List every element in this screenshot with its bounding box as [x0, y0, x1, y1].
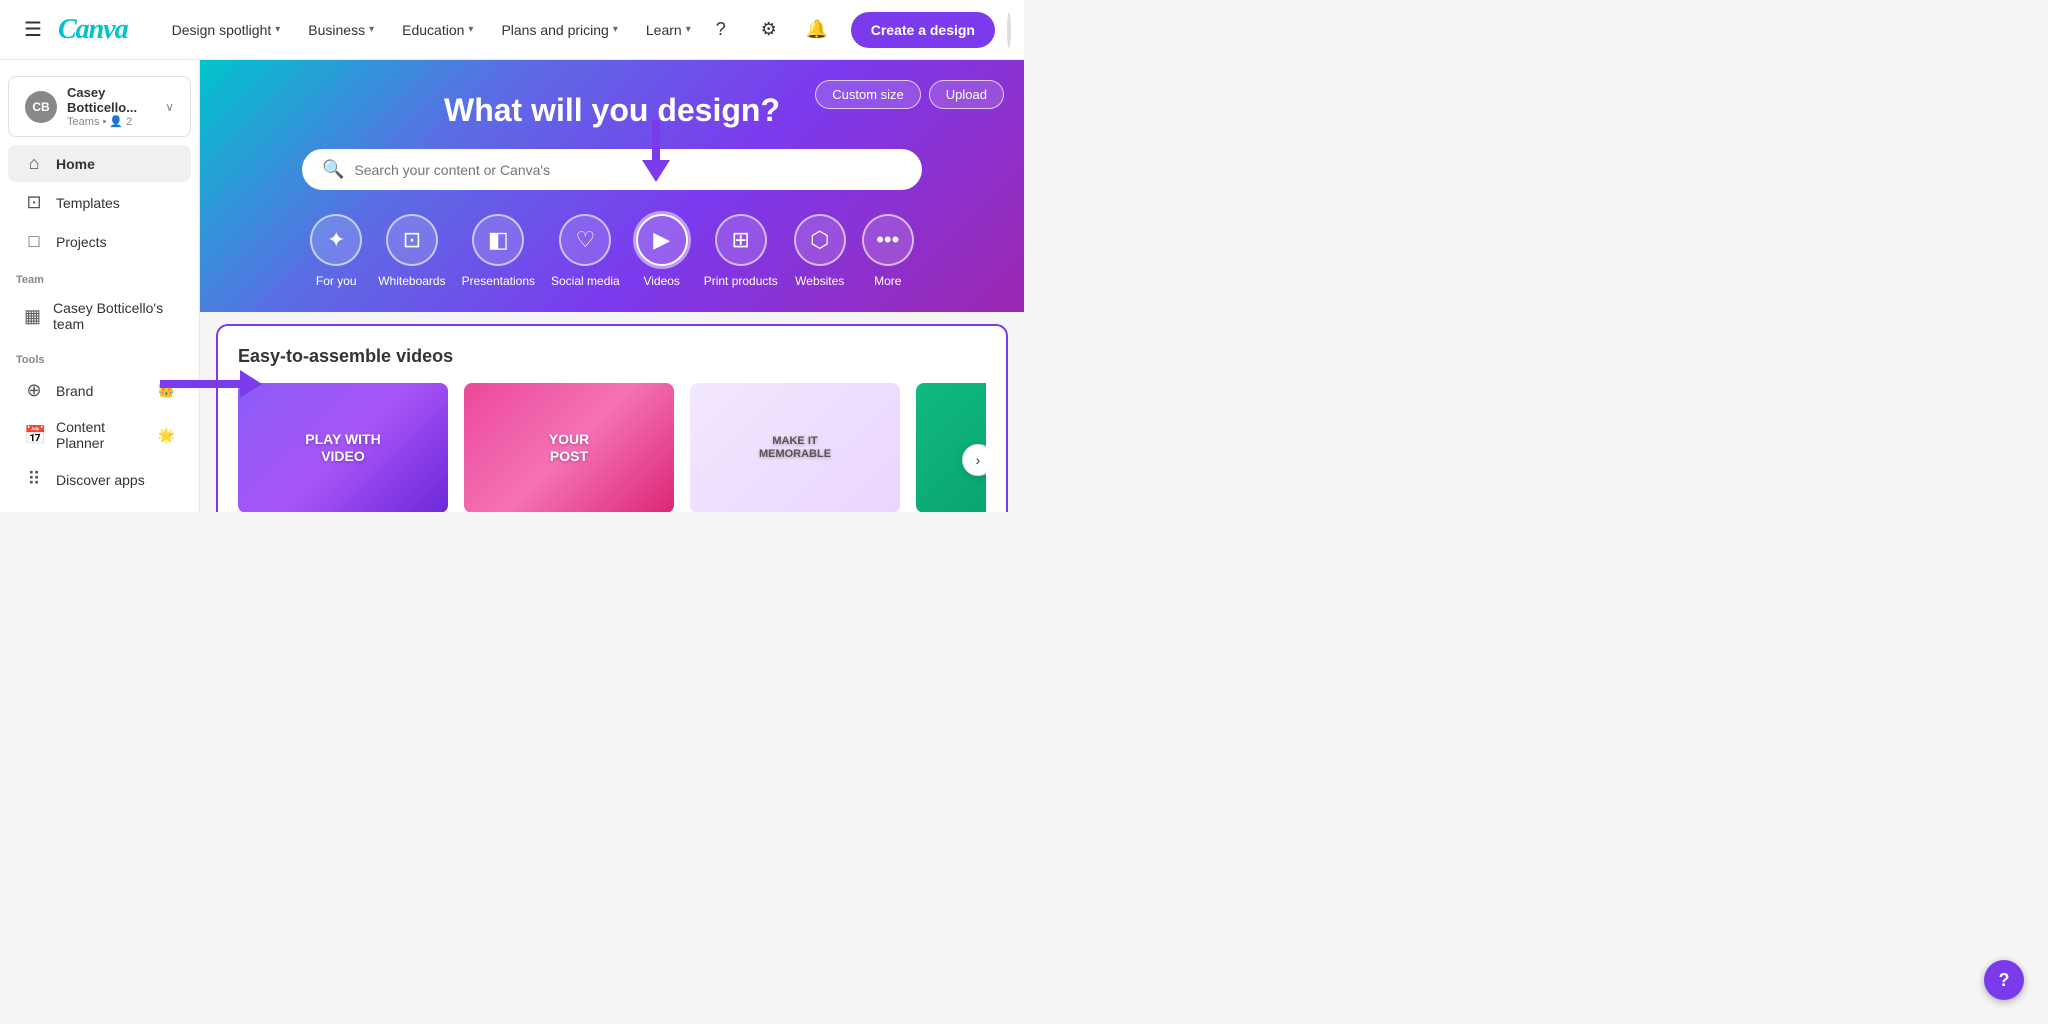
user-chevron-icon: ∨ [165, 100, 174, 114]
videos-section-title: Easy-to-assemble videos [238, 346, 986, 367]
category-print-products[interactable]: ⊞ Print products [704, 214, 778, 288]
chevron-icon: ▾ [686, 24, 691, 35]
thumb-text-3: MAKE ITMEMORABLE [759, 435, 831, 461]
user-name: Casey Botticello... [67, 85, 165, 115]
tools-section-label: Tools [0, 342, 199, 370]
content-planner-badge: 🌟 [158, 427, 175, 444]
user-avatar: CB [25, 91, 57, 123]
chevron-icon: ▾ [613, 24, 618, 35]
category-videos[interactable]: ▶ Videos [636, 214, 688, 288]
video-cards-list: PLAY WITHVIDEO Video YOURPOST Facebook V… [238, 383, 986, 512]
chevron-icon: ▾ [369, 24, 374, 35]
category-websites[interactable]: ⬡ Websites [794, 214, 846, 288]
nav-links: Design spotlight ▾ Business ▾ Education … [160, 16, 703, 44]
user-team: Teams • 👤 2 [67, 115, 165, 128]
nav-business[interactable]: Business ▾ [296, 16, 386, 44]
upload-button[interactable]: Upload [929, 80, 1004, 109]
nav-education[interactable]: Education ▾ [390, 16, 485, 44]
chevron-icon: ▾ [468, 24, 473, 35]
category-presentations[interactable]: ◧ Presentations [462, 214, 535, 288]
sidebar-item-team[interactable]: ▦ Casey Botticello's team [8, 292, 191, 340]
content-planner-icon: 📅 [24, 425, 44, 446]
main-content: Custom size Upload What will you design?… [200, 60, 1024, 512]
category-whiteboards[interactable]: ⊡ Whiteboards [378, 214, 445, 288]
user-details: Casey Botticello... Teams • 👤 2 [67, 85, 165, 128]
thumb-text-2: YOURPOST [549, 431, 589, 465]
carousel-next-button[interactable]: › [962, 444, 986, 476]
nav-learn[interactable]: Learn ▾ [634, 16, 703, 44]
social-media-icon: ♡ [559, 214, 611, 266]
video-thumb-2: YOURPOST [464, 383, 674, 512]
hero-actions: Custom size Upload [815, 80, 1004, 109]
help-icon[interactable]: ? [703, 12, 739, 48]
brand-icon: ⊕ [24, 380, 44, 401]
video-card-3[interactable]: MAKE ITMEMORABLE Video Message [690, 383, 900, 512]
settings-icon[interactable]: ⚙ [751, 12, 787, 48]
nav-plans-pricing[interactable]: Plans and pricing ▾ [489, 16, 629, 44]
category-for-you[interactable]: ✦ For you [310, 214, 362, 288]
sidebar-item-content-planner[interactable]: 📅 Content Planner 🌟 [8, 411, 191, 459]
hero-search-bar[interactable]: 🔍 [302, 149, 922, 190]
help-button[interactable]: ? [1984, 960, 2024, 1000]
more-icon: ••• [862, 214, 914, 266]
category-more[interactable]: ••• More [862, 214, 914, 288]
discover-apps-icon: ⠿ [24, 469, 44, 490]
avatar[interactable]: CB [1007, 12, 1011, 48]
top-nav: ☰ Canva Design spotlight ▾ Business ▾ Ed… [0, 0, 1024, 60]
thumb-text-1: PLAY WITHVIDEO [305, 431, 380, 465]
video-card-2[interactable]: YOURPOST Facebook Video [464, 383, 674, 512]
presentations-icon: ◧ [472, 214, 524, 266]
sidebar-item-projects[interactable]: □ Projects [8, 223, 191, 260]
sidebar-item-smartmockups[interactable]: ⊡ Smartmockups [8, 500, 191, 512]
search-input[interactable] [354, 162, 902, 178]
home-icon: ⌂ [24, 153, 44, 174]
websites-icon: ⬡ [794, 214, 846, 266]
user-info[interactable]: CB Casey Botticello... Teams • 👤 2 ∨ [8, 76, 191, 137]
nav-design-spotlight[interactable]: Design spotlight ▾ [160, 16, 293, 44]
for-you-icon: ✦ [310, 214, 362, 266]
print-products-icon: ⊞ [715, 214, 767, 266]
chevron-icon: ▾ [275, 24, 280, 35]
sidebar-item-brand[interactable]: ⊕ Brand 👑 [8, 372, 191, 409]
custom-size-button[interactable]: Custom size [815, 80, 921, 109]
canva-logo[interactable]: Canva [58, 14, 128, 46]
hamburger-icon[interactable]: ☰ [24, 17, 42, 42]
create-design-button[interactable]: Create a design [851, 12, 995, 48]
team-icon: ▦ [24, 306, 41, 327]
video-thumb-3: MAKE ITMEMORABLE [690, 383, 900, 512]
category-social-media[interactable]: ♡ Social media [551, 214, 620, 288]
team-section-label: Team [0, 262, 199, 290]
video-thumb-1: PLAY WITHVIDEO [238, 383, 448, 512]
templates-icon: ⊡ [24, 192, 44, 213]
sidebar-item-discover-apps[interactable]: ⠿ Discover apps [8, 461, 191, 498]
whiteboards-icon: ⊡ [386, 214, 438, 266]
video-card-1[interactable]: PLAY WITHVIDEO Video [238, 383, 448, 512]
smartmockups-icon: ⊡ [24, 508, 44, 512]
app-body: CB Casey Botticello... Teams • 👤 2 ∨ ⌂ H… [0, 60, 1024, 512]
videos-section: Easy-to-assemble videos PLAY WITHVIDEO V… [216, 324, 1008, 512]
category-row: ✦ For you ⊡ Whiteboards ◧ Presentations … [240, 214, 984, 288]
nav-icons: ? ⚙ 🔔 [703, 12, 835, 48]
sidebar-item-home[interactable]: ⌂ Home [8, 145, 191, 182]
notifications-icon[interactable]: 🔔 [799, 12, 835, 48]
hero-banner: Custom size Upload What will you design?… [200, 60, 1024, 312]
brand-badge: 👑 [158, 382, 175, 399]
search-icon: 🔍 [322, 159, 344, 180]
sidebar: CB Casey Botticello... Teams • 👤 2 ∨ ⌂ H… [0, 60, 200, 512]
videos-icon: ▶ [636, 214, 688, 266]
sidebar-item-templates[interactable]: ⊡ Templates [8, 184, 191, 221]
projects-icon: □ [24, 231, 44, 252]
